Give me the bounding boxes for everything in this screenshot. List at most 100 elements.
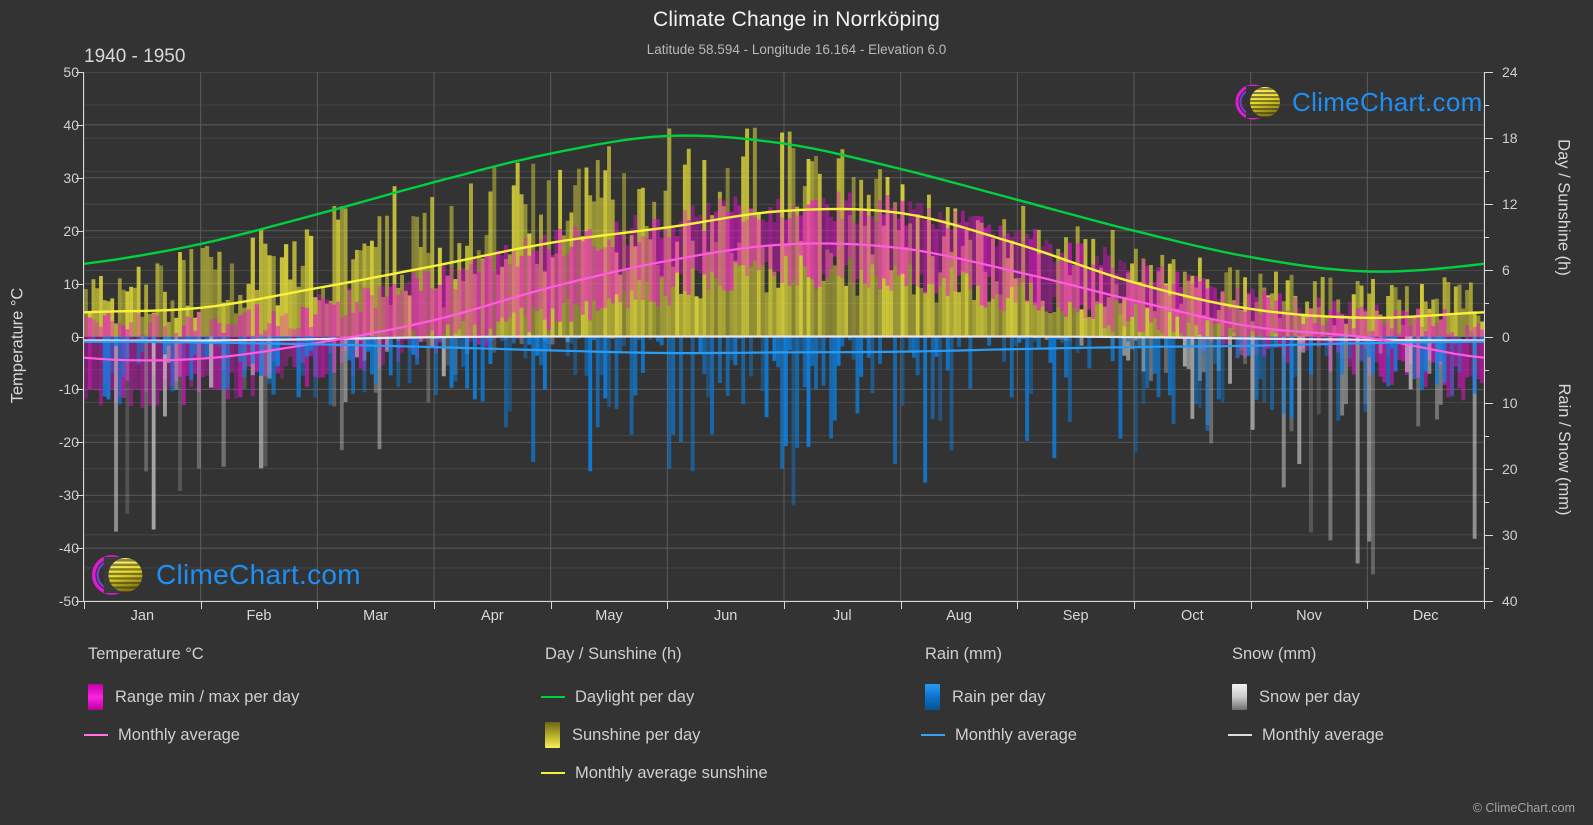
- legend-item-label: Rain per day: [952, 687, 1046, 706]
- y-axis-right-title-bottom: Rain / Snow (mm): [1555, 383, 1573, 516]
- y-tickmark-right: [1484, 468, 1493, 470]
- x-tick-label: Feb: [246, 608, 272, 624]
- y-tickmark-right: [1484, 270, 1493, 272]
- x-tickmark: [1017, 601, 1019, 609]
- x-tick-label: Apr: [481, 608, 504, 624]
- legend-item-label: Monthly average: [1262, 725, 1384, 744]
- legend-item[interactable]: Monthly average: [84, 716, 299, 754]
- legend-swatch-icon: [545, 722, 560, 748]
- y-tick-left: -40: [58, 540, 79, 557]
- legend-item-label: Daylight per day: [575, 687, 695, 706]
- y-tickmark-right-minor: [1484, 105, 1489, 107]
- y-tickmark-right-minor: [1484, 303, 1489, 305]
- y-tickmark-right: [1484, 72, 1493, 73]
- y-tick-right-rain: 20: [1502, 460, 1518, 477]
- period-label: 1940 - 1950: [84, 46, 186, 67]
- legend-item[interactable]: Monthly average: [921, 716, 1077, 754]
- climechart-logo-icon: [91, 555, 143, 595]
- legend-swatch-icon: [925, 684, 940, 710]
- legend-group-temperature-c: Temperature °C Range min / max per day Mon…: [84, 645, 299, 754]
- x-tickmark: [84, 601, 85, 609]
- legend-line-icon: [541, 696, 565, 698]
- y-tickmark-right-minor: [1484, 501, 1489, 503]
- y-tick-left: 10: [63, 275, 79, 292]
- legend-item[interactable]: Monthly average: [1228, 716, 1384, 754]
- y-tick-left: -50: [58, 593, 79, 609]
- legend-swatch-icon: [1232, 684, 1247, 710]
- legend-item[interactable]: Range min / max per day: [88, 678, 299, 716]
- x-tickmark: [900, 601, 902, 609]
- y-tickmark-left: [76, 230, 84, 232]
- y-tickmark-right: [1484, 204, 1493, 206]
- y-tickmark-left: [76, 389, 84, 391]
- legend-group-heading: Temperature °C: [88, 645, 204, 663]
- legend-item[interactable]: Rain per day: [925, 678, 1077, 716]
- y-tick-right-rain: 10: [1502, 394, 1518, 411]
- legend-group-heading: Day / Sunshine (h): [545, 645, 682, 663]
- x-tickmark: [434, 601, 435, 609]
- y-axis-right-title-top: Day / Sunshine (h): [1554, 139, 1573, 276]
- y-tickmark-left: [76, 601, 84, 602]
- x-tick-label: Jul: [833, 608, 852, 624]
- copyright-notice: © ClimeChart.com: [1472, 801, 1575, 815]
- x-tickmark: [550, 601, 552, 609]
- legend-swatch-icon: [88, 684, 103, 710]
- y-tickmark-left: [76, 336, 84, 338]
- x-tick-label: May: [595, 608, 623, 624]
- legend-item-label: Snow per day: [1259, 687, 1360, 706]
- y-tickmark-left: [76, 548, 84, 550]
- watermark-logo-bottom-left: ClimeChart.com: [88, 550, 361, 600]
- x-tickmark: [1484, 601, 1485, 609]
- legend-group-day-sunshine-h: Day / Sunshine (h) Daylight per day Sunshi…: [541, 645, 768, 792]
- watermark-text: ClimeChart.com: [156, 559, 361, 590]
- y-tick-right-rain: 40: [1502, 593, 1518, 609]
- y-tickmark-right: [1484, 336, 1493, 338]
- y-tickmark-left: [76, 442, 84, 444]
- y-tick-left: 20: [63, 222, 79, 239]
- y-tick-left: -30: [58, 487, 79, 504]
- x-tickmark: [1134, 601, 1135, 609]
- climechart-logo-icon: [1235, 84, 1280, 120]
- legend-item[interactable]: Monthly average sunshine: [541, 754, 768, 792]
- legend-item[interactable]: Sunshine per day: [545, 716, 768, 754]
- legend-line-icon: [1228, 734, 1252, 736]
- legend-item[interactable]: Snow per day: [1232, 678, 1384, 716]
- x-tick-label: Aug: [946, 608, 972, 624]
- page-title: Climate Change in Norrköping: [653, 8, 940, 31]
- legend-group-heading: Rain (mm): [925, 645, 1002, 663]
- y-tickmark-left: [76, 177, 84, 179]
- y-tick-left: 40: [63, 116, 79, 133]
- watermark-text: ClimeChart.com: [1292, 86, 1483, 117]
- legend-item-label: Sunshine per day: [572, 725, 701, 744]
- climate-chart-plot-area: [84, 72, 1484, 601]
- y-tick-left: 0: [19, 329, 79, 345]
- y-tick-right-day: 24: [1502, 64, 1518, 80]
- y-axis-left-title: Temperature °C: [8, 287, 27, 404]
- x-tickmark: [784, 601, 785, 609]
- legend-group-heading: Snow (mm): [1232, 645, 1317, 663]
- watermark-logo-top-right: ClimeChart.com: [1232, 80, 1483, 124]
- x-tick-label: Mar: [363, 608, 389, 624]
- y-tickmark-left: [76, 72, 84, 73]
- y-tickmark-right: [1484, 138, 1493, 140]
- y-tickmark-right-minor: [1484, 237, 1489, 239]
- legend-item[interactable]: Daylight per day: [541, 678, 768, 716]
- x-tickmark: [1250, 601, 1252, 609]
- chart-legend: Temperature °C Range min / max per day Mon…: [0, 645, 1593, 805]
- y-tick-right-day: 0: [1502, 328, 1510, 345]
- x-tick-label: Jun: [713, 608, 738, 624]
- y-tickmark-right-minor: [1484, 567, 1489, 569]
- y-tick-left: -20: [58, 434, 79, 451]
- x-tick-label: Nov: [1296, 608, 1322, 624]
- legend-item-label: Monthly average: [118, 725, 240, 744]
- legend-line-icon: [541, 772, 565, 774]
- legend-line-icon: [921, 734, 945, 736]
- y-tick-left: 50: [63, 64, 79, 80]
- y-tickmark-left: [76, 495, 84, 497]
- y-tickmark-right-minor: [1484, 171, 1489, 173]
- legend-item-label: Monthly average sunshine: [575, 763, 768, 782]
- y-tickmark-left: [76, 124, 84, 126]
- y-tickmark-right-minor: [1484, 369, 1489, 371]
- legend-group-snow-mm: Snow (mm) Snow per day Monthly average: [1228, 645, 1384, 754]
- chart-canvas: [84, 72, 1484, 601]
